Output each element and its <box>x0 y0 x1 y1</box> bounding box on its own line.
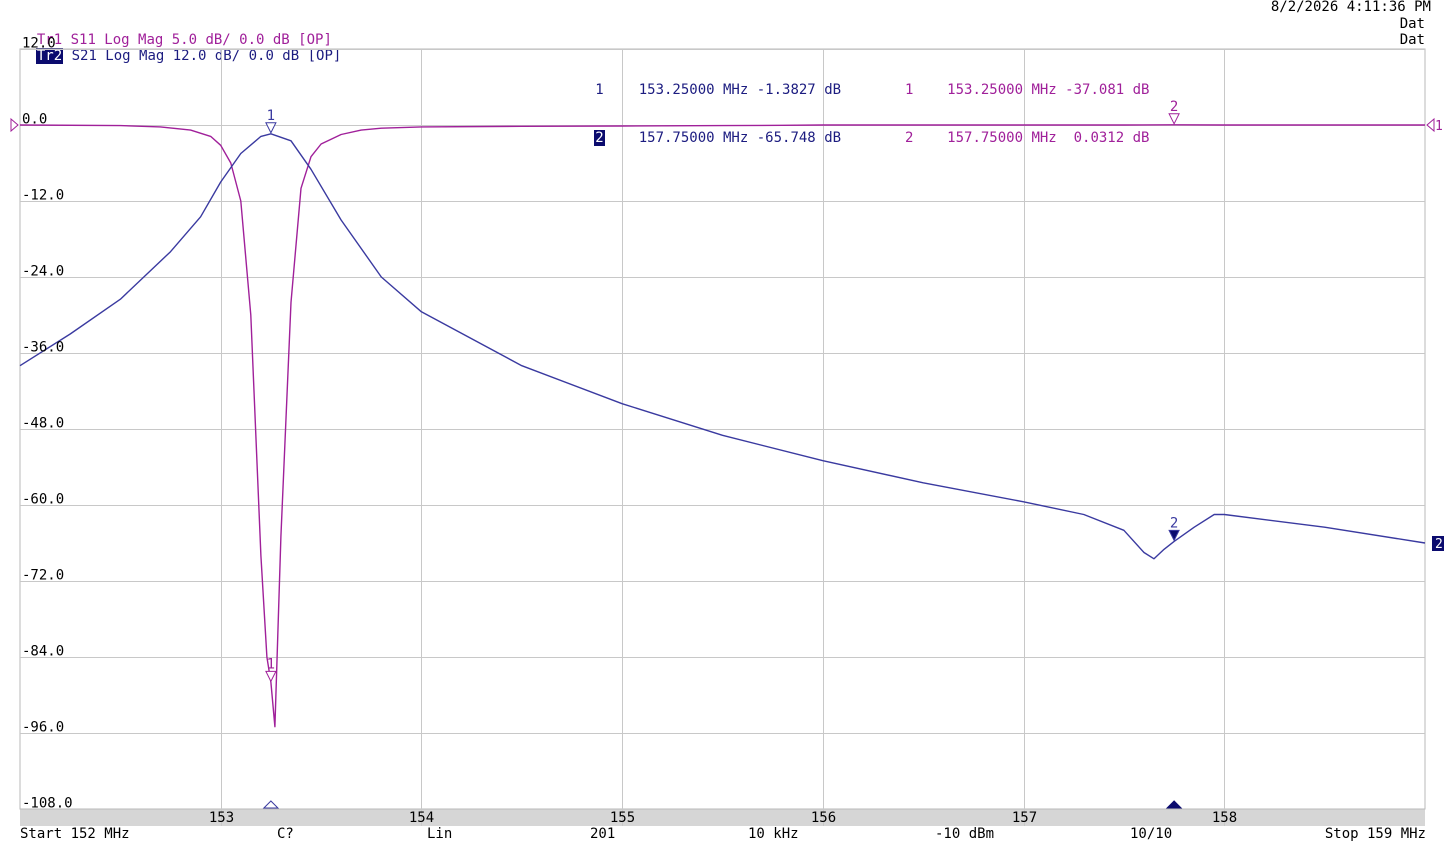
footer-sweep[interactable]: Lin <box>427 826 452 842</box>
y-tick-label: -48.0 <box>22 416 64 432</box>
footer-avg[interactable]: 10/10 <box>1130 826 1172 842</box>
marker-s21-1-icon <box>265 122 277 134</box>
trace-s11 <box>19 124 1425 728</box>
marker-label: 2 <box>1170 515 1178 531</box>
x-tick-label: 155 <box>610 810 635 826</box>
ref-level-right-icon <box>1426 117 1435 133</box>
marker-1-axis-indicator-icon <box>262 800 280 809</box>
marker-s11-2-icon <box>1168 113 1180 125</box>
footer-points[interactable]: 201 <box>590 826 615 842</box>
marker-s11-1-icon <box>265 670 277 683</box>
x-tick-label: 156 <box>811 810 836 826</box>
y-tick-label: -84.0 <box>22 644 64 660</box>
marker-2-axis-indicator-icon <box>1165 800 1183 809</box>
y-tick-label: -36.0 <box>22 340 64 356</box>
footer-power[interactable]: -10 dBm <box>935 826 994 842</box>
y-tick-label: 0.0 <box>22 112 47 128</box>
y-tick-label: 12.0 <box>22 36 56 52</box>
marker-label: 1 <box>267 108 275 124</box>
y-tick-label: -96.0 <box>22 720 64 736</box>
y-tick-label: -108.0 <box>22 796 73 812</box>
x-tick-label: 157 <box>1012 810 1037 826</box>
footer-ifbw[interactable]: 10 kHz <box>748 826 799 842</box>
ref-level-label: 1 <box>1435 119 1443 134</box>
y-tick-label: -72.0 <box>22 568 64 584</box>
trace2-end-tag-label: 2 <box>1435 537 1443 552</box>
vna-plot[interactable]: 12.0 0.0 -12.0 -24.0 -36.0 -48.0 -60.0 -72.0 -84… <box>0 0 1445 843</box>
trace-s21 <box>19 133 1426 560</box>
y-tick-label: -24.0 <box>22 264 64 280</box>
marker-label: 1 <box>267 656 275 672</box>
marker-label: 2 <box>1170 99 1178 115</box>
ref-level-left-icon <box>10 117 19 133</box>
footer-stop[interactable]: Stop 159 MHz <box>1325 826 1426 842</box>
y-tick-label: -60.0 <box>22 492 64 508</box>
x-tick-label: 158 <box>1212 810 1237 826</box>
x-tick-label: 153 <box>209 810 234 826</box>
y-tick-label: -12.0 <box>22 188 64 204</box>
x-tick-label: 154 <box>409 810 434 826</box>
footer-cal[interactable]: C? <box>277 826 294 842</box>
footer-start[interactable]: Start 152 MHz <box>20 826 130 842</box>
